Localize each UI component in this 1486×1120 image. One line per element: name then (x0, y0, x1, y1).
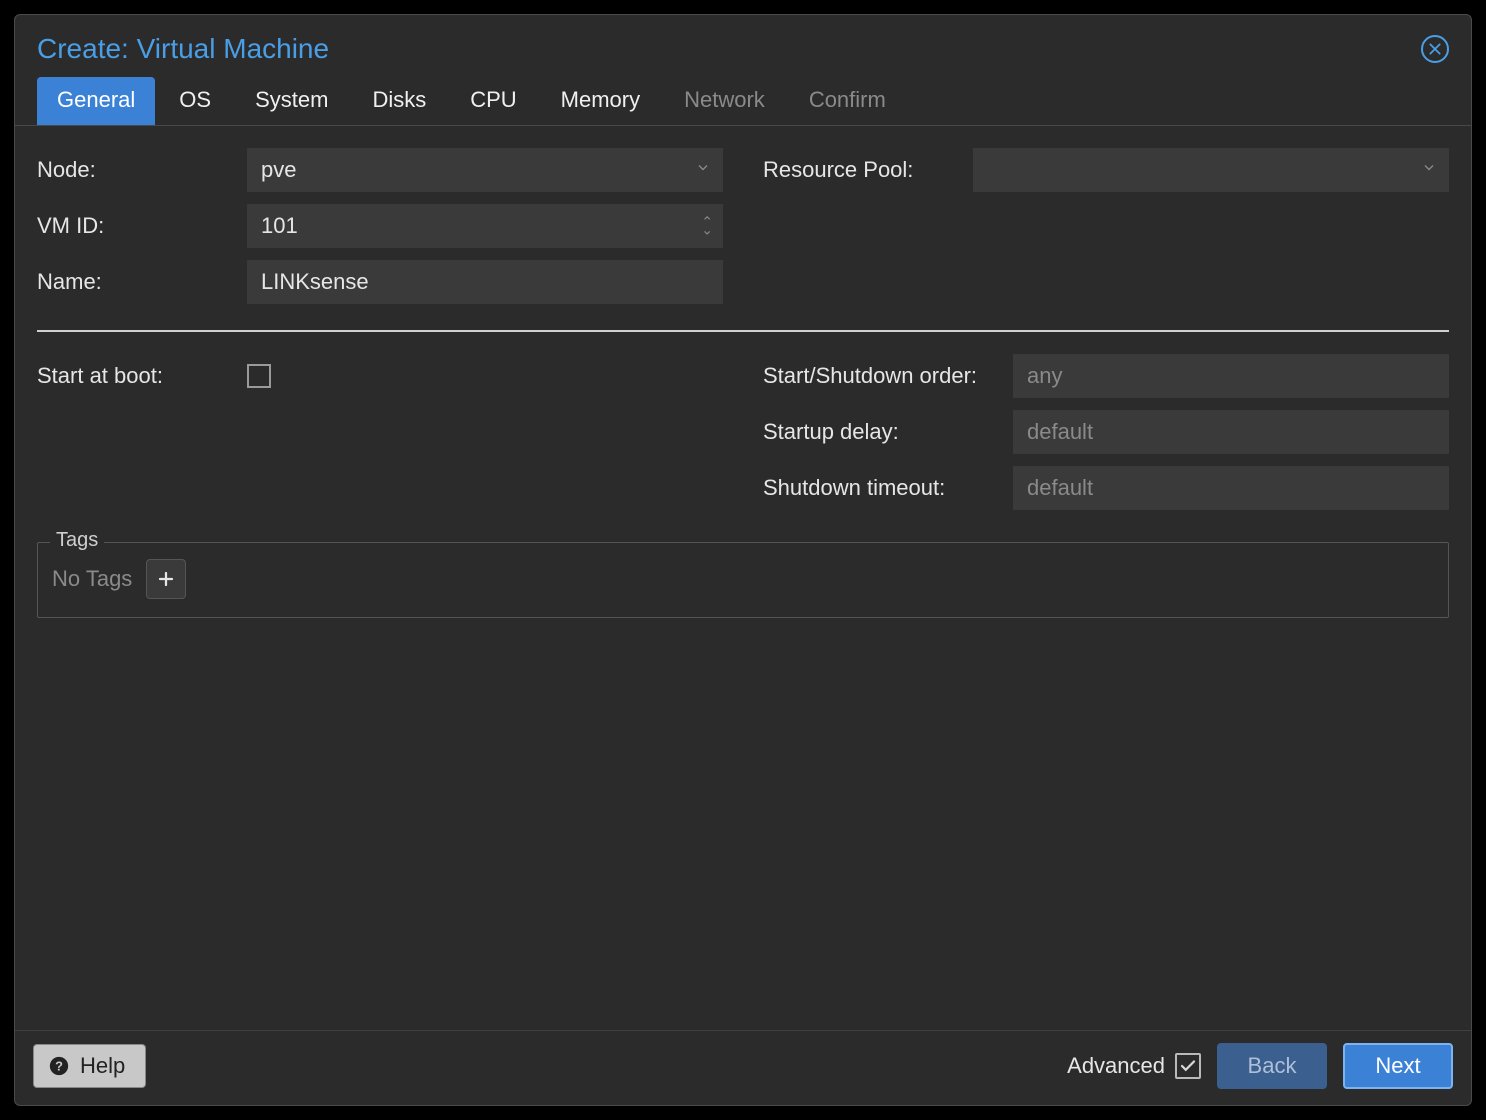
check-icon (1179, 1057, 1197, 1075)
form-body: Node: VM ID: ⌃⌄ (15, 126, 1471, 1030)
node-label: Node: (37, 157, 247, 183)
startboot-label: Start at boot: (37, 363, 247, 389)
no-tags-text: No Tags (52, 566, 132, 592)
adv-right-col: Start/Shutdown order: Startup delay: Shu… (763, 354, 1449, 522)
advanced-label: Advanced (1067, 1053, 1165, 1079)
top-grid: Node: VM ID: ⌃⌄ (37, 148, 1449, 316)
name-input[interactable] (247, 260, 723, 304)
tab-disks[interactable]: Disks (352, 77, 446, 125)
tab-network: Network (664, 77, 785, 125)
timeout-label: Shutdown timeout: (763, 475, 1013, 501)
name-row: Name: (37, 260, 723, 304)
dialog-title: Create: Virtual Machine (37, 33, 329, 65)
wizard-tabs: General OS System Disks CPU Memory Netwo… (15, 77, 1471, 126)
adv-left-col: Start at boot: (37, 354, 723, 522)
advanced-checkbox[interactable] (1175, 1053, 1201, 1079)
delay-label: Startup delay: (763, 419, 1013, 445)
top-left-col: Node: VM ID: ⌃⌄ (37, 148, 723, 316)
vmid-row: VM ID: ⌃⌄ (37, 204, 723, 248)
order-input[interactable] (1013, 354, 1449, 398)
help-button[interactable]: ? Help (33, 1044, 146, 1088)
plus-icon (157, 570, 175, 588)
close-icon (1428, 42, 1442, 56)
timeout-row: Shutdown timeout: (763, 466, 1449, 510)
tab-cpu[interactable]: CPU (450, 77, 536, 125)
advanced-grid: Start at boot: Start/Shutdown order: Sta… (37, 354, 1449, 522)
section-divider (37, 330, 1449, 332)
tab-general[interactable]: General (37, 77, 155, 125)
tab-os[interactable]: OS (159, 77, 231, 125)
back-button[interactable]: Back (1217, 1043, 1327, 1089)
advanced-toggle-wrap: Advanced (1067, 1053, 1201, 1079)
help-label: Help (80, 1053, 125, 1079)
tab-confirm: Confirm (789, 77, 906, 125)
pool-label: Resource Pool: (763, 157, 973, 183)
add-tag-button[interactable] (146, 559, 186, 599)
vmid-input[interactable] (247, 204, 723, 248)
node-row: Node: (37, 148, 723, 192)
svg-text:?: ? (55, 1059, 63, 1074)
startboot-row: Start at boot: (37, 354, 723, 398)
close-button[interactable] (1421, 35, 1449, 63)
pool-select[interactable] (973, 148, 1449, 192)
tab-memory[interactable]: Memory (541, 77, 660, 125)
delay-row: Startup delay: (763, 410, 1449, 454)
tab-system[interactable]: System (235, 77, 348, 125)
startboot-checkbox[interactable] (247, 364, 271, 388)
name-label: Name: (37, 269, 247, 295)
timeout-input[interactable] (1013, 466, 1449, 510)
pool-row: Resource Pool: (763, 148, 1449, 192)
create-vm-dialog: Create: Virtual Machine General OS Syste… (14, 14, 1472, 1106)
help-icon: ? (48, 1055, 70, 1077)
dialog-footer: ? Help Advanced Back Next (15, 1030, 1471, 1105)
tags-fieldset: Tags No Tags (37, 542, 1449, 618)
delay-input[interactable] (1013, 410, 1449, 454)
next-button[interactable]: Next (1343, 1043, 1453, 1089)
order-label: Start/Shutdown order: (763, 363, 1013, 389)
footer-right: Advanced Back Next (1067, 1043, 1453, 1089)
tags-row: No Tags (52, 559, 1434, 599)
node-select[interactable] (247, 148, 723, 192)
top-right-col: Resource Pool: (763, 148, 1449, 316)
dialog-header: Create: Virtual Machine (15, 15, 1471, 77)
tags-legend: Tags (50, 529, 104, 552)
order-row: Start/Shutdown order: (763, 354, 1449, 398)
vmid-label: VM ID: (37, 213, 247, 239)
